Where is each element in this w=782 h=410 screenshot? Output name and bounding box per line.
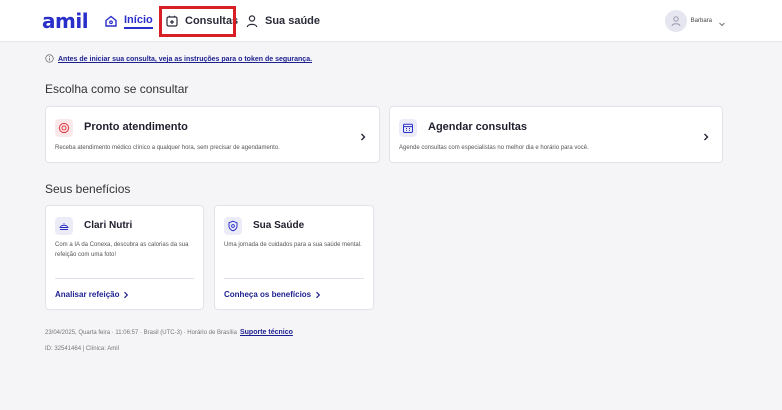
- chevron-right-icon: [123, 291, 129, 299]
- analisar-label: Analisar refeição: [55, 290, 120, 299]
- consult-section-title: Escolha como se consultar: [45, 82, 189, 96]
- pronto-title: Pronto atendimento: [84, 121, 188, 133]
- person-icon: [245, 14, 259, 28]
- user-name: Barbara: [690, 18, 712, 24]
- saude-desc: Uma jornada de cuidados para a sua saúde…: [224, 242, 362, 248]
- nav-sua-saude-label: Sua saúde: [265, 15, 321, 27]
- nav-home-label: Início: [124, 14, 153, 29]
- amil-logo[interactable]: amil: [42, 9, 89, 33]
- security-info: Antes de iniciar sua consulta, veja as i…: [45, 54, 312, 65]
- footer-ids: ID: 32541464 | Clínica: Amil: [45, 346, 119, 352]
- top-header: amil Início Consultas Sua saúde Barbara: [0, 0, 782, 42]
- info-icon: [45, 54, 54, 65]
- nav-sua-saude[interactable]: Sua saúde: [245, 0, 320, 42]
- conheca-beneficios-link[interactable]: Conheça os benefícios: [224, 290, 321, 299]
- chevron-right-icon: [359, 129, 367, 147]
- divider: [224, 278, 364, 279]
- agendar-desc: Agende consultas com especialistas no me…: [399, 145, 589, 151]
- nav-home[interactable]: Início: [104, 0, 153, 42]
- user-menu[interactable]: Barbara: [664, 10, 712, 32]
- meal-icon: [55, 217, 73, 235]
- chevron-down-icon[interactable]: [718, 15, 726, 33]
- highlight-box: [159, 6, 236, 37]
- chevron-right-icon: [315, 291, 321, 299]
- analisar-refeicao-link[interactable]: Analisar refeição: [55, 290, 129, 299]
- agendar-title: Agendar consultas: [428, 121, 528, 133]
- suporte-tecnico-link[interactable]: Suporte técnico: [240, 329, 293, 336]
- shield-icon: [224, 217, 242, 235]
- sua-saude-card: Sua Saúde Uma jornada de cuidados para a…: [214, 205, 374, 310]
- chevron-right-icon: [702, 129, 710, 147]
- emergency-icon: [55, 119, 73, 137]
- saude-title: Sua Saúde: [253, 220, 305, 231]
- conheca-label: Conheça os benefícios: [224, 290, 312, 299]
- divider: [55, 278, 194, 279]
- footer-datetime-row: 23/04/2025, Quarta feira · 11:06:57 · Br…: [45, 329, 293, 336]
- avatar: [664, 10, 687, 32]
- pronto-atendimento-card[interactable]: Pronto atendimento Receba atendimento mé…: [45, 106, 380, 163]
- token-instructions-link[interactable]: Antes de iniciar sua consulta, veja as i…: [58, 56, 312, 63]
- benefits-section-title: Seus benefícios: [45, 182, 131, 196]
- calendar-icon: [399, 119, 417, 137]
- home-icon: [104, 14, 118, 28]
- nutri-desc: Com a IA da Conexa, descubra as calorias…: [55, 242, 189, 258]
- clari-nutri-card: Clari Nutri Com a IA da Conexa, descubra…: [45, 205, 204, 310]
- agendar-consultas-card[interactable]: Agendar consultas Agende consultas com e…: [389, 106, 723, 163]
- datetime-text: 23/04/2025, Quarta feira · 11:06:57 · Br…: [45, 329, 237, 336]
- pronto-desc: Receba atendimento médico clínico a qual…: [55, 145, 280, 151]
- nutri-title: Clari Nutri: [84, 220, 133, 231]
